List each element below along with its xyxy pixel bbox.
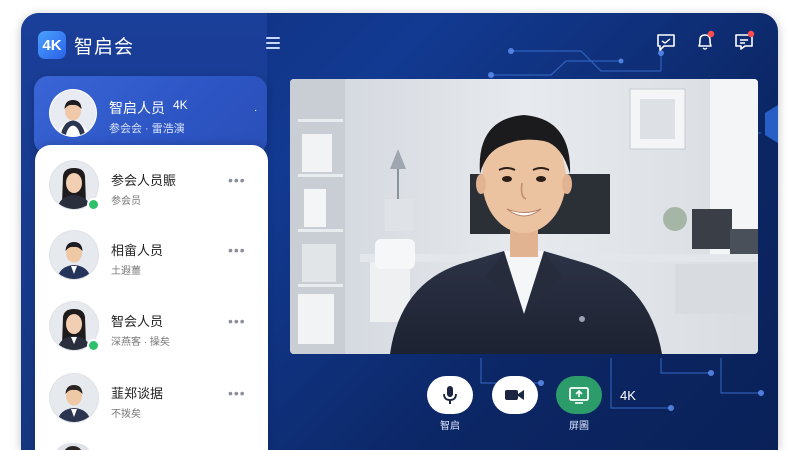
more-options-icon[interactable]: ••• (228, 385, 246, 401)
active-participant-subtitle: 参会会 · 雷浩演 (109, 123, 185, 135)
video-frame (290, 79, 758, 354)
resolution-label: 4K (620, 388, 636, 403)
main-video[interactable] (290, 79, 758, 354)
participant-list: 参会人员賑 参会员 ••• 相畲人员 土遐薑 ••• 智会人员 深燕客 · 操矣… (35, 145, 268, 450)
more-options-icon[interactable]: ••• (228, 313, 246, 329)
participant-name: 韮郑谈据 (111, 386, 164, 401)
online-indicator (87, 198, 100, 211)
participant-subtitle: 深燕客 · 操矣 (111, 337, 170, 348)
participant-name: 智会人员 (111, 314, 164, 329)
bell-icon[interactable] (694, 30, 716, 52)
list-item[interactable]: 参会人员賑 参会员 ••• (35, 160, 268, 220)
online-indicator (87, 339, 100, 352)
camera-button[interactable] (492, 376, 538, 414)
app-logo: 4K (38, 31, 66, 59)
video-camera-icon (505, 390, 524, 400)
list-item[interactable]: 韮郑谈据 不拨矣 ••• (35, 373, 268, 433)
avatar (56, 443, 90, 450)
brand: 4K 智启会 (38, 31, 134, 59)
message-icon[interactable] (733, 30, 755, 52)
chat-icon[interactable] (655, 31, 677, 53)
status-dot: · (254, 105, 258, 116)
resolution-badge: 4K (173, 98, 188, 112)
more-options-icon[interactable]: ••• (228, 242, 246, 258)
more-options-icon[interactable]: ••• (228, 172, 246, 188)
list-item[interactable]: 智会人员 深燕客 · 操矣 ••• (35, 301, 268, 361)
participant-subtitle: 不拨矣 (111, 409, 141, 420)
active-participant-name: 智启人员 (109, 100, 165, 116)
mic-button[interactable] (427, 376, 473, 414)
screen-share-icon (569, 387, 589, 404)
active-participant-card[interactable]: 智启人员 4K 参会会 · 雷浩演 · (34, 76, 267, 154)
list-item[interactable]: 相畲人员 土遐薑 ••• (35, 230, 268, 290)
meeting-window: 4K 智启会 智启人员 4K 参会会 · 雷浩演 · 参会人员賑 参会员 •••… (21, 13, 778, 450)
mic-label: 智启 (440, 421, 460, 432)
avatar (49, 89, 97, 137)
avatar (49, 373, 99, 423)
share-screen-label: 屏圖 (569, 421, 589, 432)
mic-icon (443, 386, 457, 404)
participant-subtitle: 参会员 (111, 196, 141, 207)
participant-name: 相畲人员 (111, 243, 164, 258)
menu-icon[interactable] (266, 37, 280, 49)
app-title: 智启会 (74, 36, 135, 58)
participant-subtitle: 土遐薑 (111, 266, 141, 277)
avatar (49, 230, 99, 280)
share-screen-button[interactable] (556, 376, 602, 414)
participant-name: 参会人员賑 (111, 173, 177, 188)
